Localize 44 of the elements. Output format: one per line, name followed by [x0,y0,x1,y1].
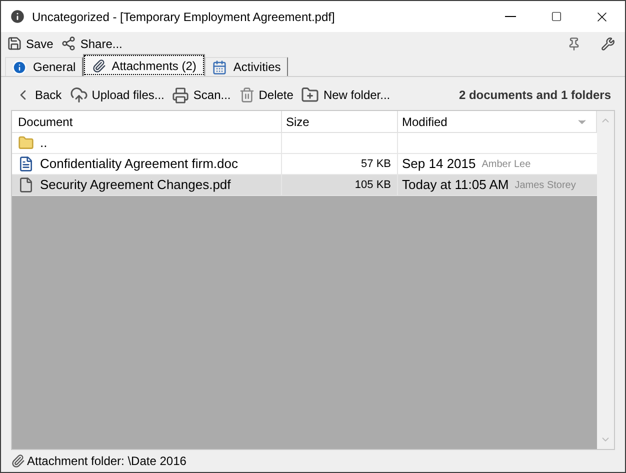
modified-date: Today at 11:05 AM [402,176,509,194]
column-header[interactable]: Document [12,111,282,132]
pin-icon[interactable] [567,36,581,50]
modified-date: Sep 14 2015 [402,155,476,174]
file-size: 105 KB [354,178,391,193]
trash-icon [238,87,255,103]
file-size: 57 KB [361,156,391,172]
tab[interactable]: General [5,57,83,76]
author-name: James Storey [514,178,576,192]
window-title: Uncategorized - [Temporary Employment Agreement.pdf] [32,8,336,26]
calendar-icon [212,60,228,74]
toolbar-button[interactable]: New folder... [301,86,390,104]
table-row[interactable]: .. [12,133,597,154]
folder-add-icon [301,86,320,104]
table-row[interactable]: Confidentiality Agreement firm.doc 57 KB Sep 14 2015 Amber Lee [12,154,597,175]
summary-text: 2 documents and 1 folders [458,87,612,104]
file-name: Security Agreement Changes.pdf [40,176,231,194]
status-text: Attachment folder: \Date 2016 [27,453,186,470]
tab[interactable]: Activities [205,57,288,76]
wrench-icon[interactable] [601,36,615,50]
file-name: .. [40,134,48,152]
maximize-icon [550,11,562,22]
file-name: Confidentiality Agreement firm.doc [40,155,238,174]
cloud-upload-icon [70,86,88,104]
table-row[interactable]: Security Agreement Changes.pdf 105 KB Today at 11:05 AM James Storey [12,175,597,196]
pdf-file-icon [18,177,34,193]
author-name: Amber Lee [482,158,531,172]
info-icon [9,8,26,25]
toolbar-button[interactable]: Upload files... [70,86,164,104]
toolbar-button[interactable]: Back [15,86,62,104]
info-icon [12,60,27,74]
save-button[interactable]: Save [7,34,54,52]
scrollbar[interactable] [597,111,614,449]
toolbar-button[interactable]: Delete [238,86,294,104]
folder-clip-icon [11,454,25,468]
share-icon [61,36,76,51]
minimize-icon [504,16,516,17]
column-header[interactable]: Size [282,111,398,132]
paperclip-icon [92,58,106,72]
tab[interactable]: Attachments (2) [82,54,206,76]
share-button[interactable]: Share... [61,34,122,52]
word-document-icon [18,156,34,172]
folder-icon [18,135,34,151]
toolbar-button[interactable]: Scan... [172,86,231,104]
